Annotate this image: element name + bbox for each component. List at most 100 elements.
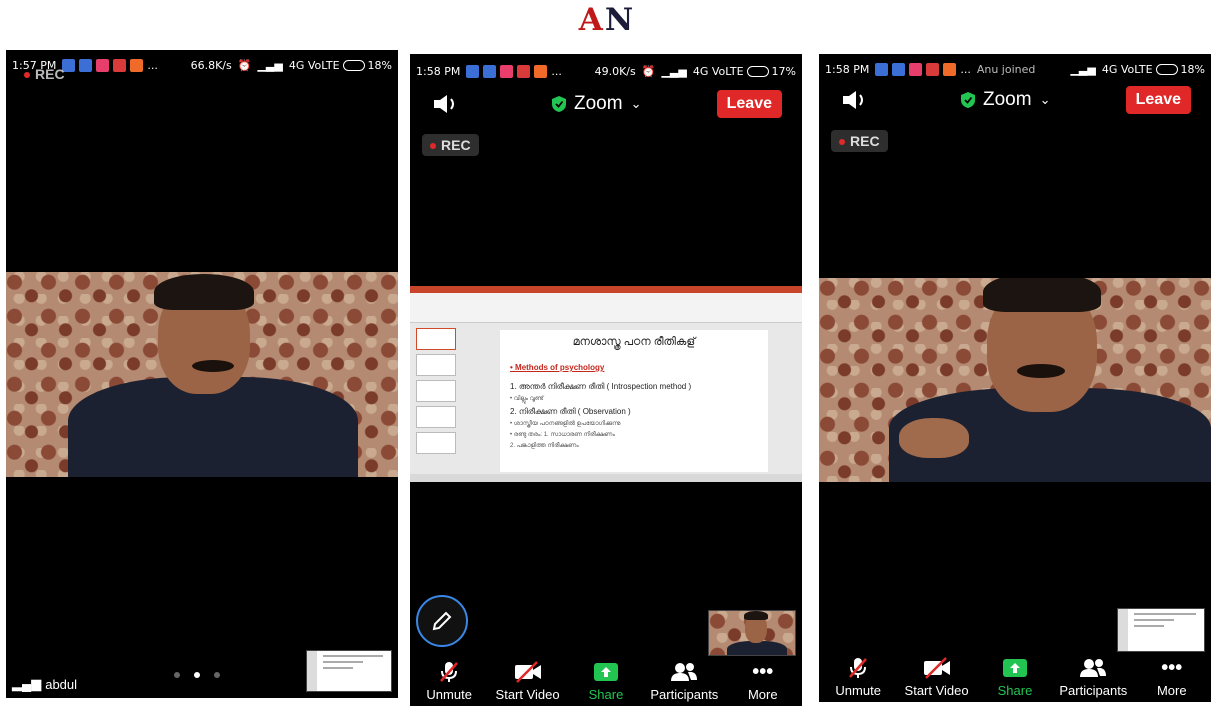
shield-check-icon: [552, 96, 566, 112]
rec-indicator: REC: [24, 66, 65, 82]
slide-line: • ശാസ്ത്രീയ പഠനങ്ങളിൽ ഉപയോഗിക്കുന്നു: [510, 421, 621, 427]
slide-heading: • Methods of psychology: [510, 363, 605, 372]
self-video-thumbnail[interactable]: [708, 610, 796, 656]
unmute-button[interactable]: Unmute: [819, 655, 897, 698]
rec-dot-icon: [430, 143, 436, 150]
pencil-icon: [432, 611, 452, 631]
share-button[interactable]: Share: [976, 655, 1054, 698]
app-notification-icon: [943, 62, 957, 76]
participants-button[interactable]: Participants: [1054, 655, 1132, 698]
meeting-title: Zoom: [983, 89, 1032, 110]
join-notification: Anu joined: [976, 62, 1036, 76]
more-notifications-icon: ...: [551, 64, 562, 78]
rec-label: REC: [35, 66, 65, 82]
presentation-status-bar: [410, 474, 802, 482]
presentation-ribbon: [410, 293, 802, 323]
slide-heading-text: Methods of psychology: [515, 363, 605, 372]
meeting-toolbar: Unmute Start Video Share Participants ••…: [410, 652, 802, 706]
signal-icon: ▁▃▅: [257, 58, 283, 72]
app-notification-icon: [96, 58, 110, 72]
logo-letter-a: A: [578, 2, 605, 38]
rec-indicator: REC: [831, 130, 888, 152]
slide-thumbnail: [416, 406, 456, 428]
muted-mic-icon: [440, 662, 459, 682]
more-label: More: [1156, 683, 1187, 698]
share-screen-icon: [593, 663, 618, 681]
slide-title: മനശാസ്ത്ര പഠന രീതികള്: [572, 336, 696, 348]
rec-dot-icon: [24, 72, 30, 79]
slide-thumbnail: [416, 432, 456, 454]
participant-name-tag: ▂▄▆ abdul: [12, 676, 77, 692]
share-label: Share: [588, 687, 624, 702]
more-button[interactable]: ••• More: [724, 659, 802, 703]
more-notifications-icon: ...: [960, 62, 971, 76]
app-notification-icon: [130, 58, 144, 72]
muted-mic-icon: [849, 658, 868, 678]
signal-icon: ▁▃▅: [661, 64, 687, 78]
start-video-button[interactable]: Start Video: [489, 659, 567, 702]
leave-button[interactable]: Leave: [716, 90, 782, 118]
speaker-hair: [154, 274, 254, 310]
middle-phone-screen: 1:58 PM ... 49.0K/s ⏰ ▁▃▅ 4G VoLTE 17% Z…: [410, 54, 802, 706]
more-dots-icon: •••: [1161, 656, 1183, 679]
participants-button[interactable]: Participants: [645, 659, 723, 702]
meeting-title: Zoom: [574, 93, 623, 114]
rec-label: REC: [441, 137, 471, 153]
meeting-top-bar: Zoom ⌄ Leave: [819, 80, 1211, 120]
leave-button[interactable]: Leave: [1125, 86, 1191, 114]
more-label: More: [747, 687, 778, 702]
logo-letter-n: N: [604, 2, 636, 38]
more-notifications-icon: ...: [147, 58, 158, 72]
unmute-button[interactable]: Unmute: [410, 659, 488, 702]
alarm-icon: ⏰: [237, 58, 252, 72]
video-off-icon: [923, 657, 950, 679]
slide-line: • വില്ലും വൂണ്ട്: [510, 396, 544, 402]
an-logo: AN: [0, 2, 1214, 38]
speaker-icon[interactable]: [432, 93, 460, 115]
network-type: 4G VoLTE: [1101, 62, 1153, 76]
unmute-label: Unmute: [426, 687, 472, 702]
slide-thumbnail: [416, 354, 456, 376]
facebook-icon: [892, 62, 906, 76]
speaker-icon[interactable]: [841, 89, 869, 111]
rec-indicator: REC: [422, 134, 479, 156]
start-video-label: Start Video: [904, 683, 969, 698]
unmute-label: Unmute: [835, 683, 881, 698]
app-notification-icon: [500, 64, 514, 78]
app-notification-icon: [909, 62, 923, 76]
screen-share-thumbnail[interactable]: [306, 650, 392, 692]
slide-thumbnail: [416, 328, 456, 350]
slide-line: 1. അന്തർ നിരീക്ഷണ രീതി ( Introspection m…: [510, 382, 692, 391]
more-button[interactable]: ••• More: [1133, 655, 1211, 699]
participants-icon: [671, 663, 698, 681]
facebook-icon: [875, 62, 889, 76]
participant-name: abdul: [45, 676, 78, 692]
more-dots-icon: •••: [752, 660, 774, 683]
chevron-down-icon: ⌄: [1039, 92, 1051, 107]
battery-icon: [1155, 63, 1178, 75]
meeting-title-dropdown[interactable]: Zoom ⌄: [961, 89, 1050, 111]
share-button[interactable]: Share: [567, 659, 645, 702]
left-phone-screen: 1:57 PM ... 66.8K/s ⏰ ▁▃▅ 4G VoLTE 18% R…: [6, 50, 398, 698]
start-video-button[interactable]: Start Video: [898, 655, 976, 698]
network-speed: 49.0K/s: [594, 64, 636, 78]
meeting-top-bar: Zoom ⌄ Leave: [410, 84, 802, 124]
annotate-pencil-button[interactable]: [416, 595, 468, 647]
mail-icon: [926, 62, 940, 76]
slide-thumbnail: [416, 380, 456, 402]
meeting-title-dropdown[interactable]: Zoom ⌄: [552, 93, 641, 115]
signal-icon: ▁▃▅: [1070, 62, 1096, 76]
status-bar: 1:57 PM ... 66.8K/s ⏰ ▁▃▅ 4G VoLTE 18%: [6, 50, 398, 80]
participants-label: Participants: [650, 687, 719, 702]
video-off-icon: [514, 661, 541, 683]
screen-share-thumbnail[interactable]: [1117, 608, 1205, 652]
slide-line: 2. നിരീക്ഷണ രീതി ( Observation ): [510, 407, 631, 416]
network-speed: 66.8K/s: [190, 58, 232, 72]
page-indicator: [174, 672, 220, 678]
chevron-down-icon: ⌄: [630, 96, 642, 111]
speaker-moustache: [1017, 364, 1065, 378]
battery-level: 18%: [367, 58, 392, 72]
status-bar: 1:58 PM ... 49.0K/s ⏰ ▁▃▅ 4G VoLTE 17%: [410, 56, 802, 86]
app-notification-icon: [534, 64, 548, 78]
slide-line: 2. പങ്കാളിത്ത നിരീക്ഷണം: [510, 443, 579, 449]
